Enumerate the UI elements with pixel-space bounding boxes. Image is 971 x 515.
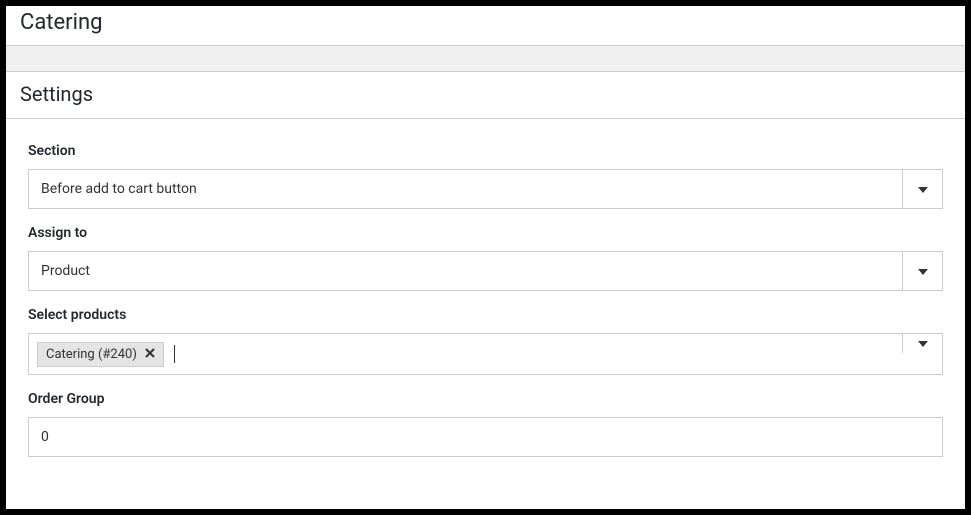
chevron-down-icon (918, 180, 928, 199)
assign-to-select-caret[interactable] (902, 252, 942, 290)
select-products-multiselect[interactable]: Catering (#240) (28, 333, 943, 375)
form-body: Section Before add to cart button Assign… (6, 119, 965, 477)
assign-to-select[interactable]: Product (28, 251, 943, 291)
product-tag-label: Catering (#240) (46, 347, 137, 362)
field-assign-to: Assign to Product (28, 225, 943, 291)
section-select-value: Before add to cart button (29, 181, 902, 197)
panel-content: Settings Section Before add to cart butt… (6, 72, 965, 477)
field-section: Section Before add to cart button (28, 143, 943, 209)
section-select[interactable]: Before add to cart button (28, 169, 943, 209)
settings-panel: Catering Settings Section Before add to … (6, 6, 965, 509)
field-order-group: Order Group (28, 391, 943, 457)
section-select-caret[interactable] (902, 170, 942, 208)
select-products-label: Select products (28, 307, 943, 323)
select-products-body[interactable]: Catering (#240) (29, 334, 902, 374)
assign-to-select-value: Product (29, 263, 902, 279)
page-title: Catering (20, 10, 951, 35)
close-icon (145, 347, 155, 362)
section-label: Section (28, 143, 943, 159)
section-header: Settings (6, 72, 965, 119)
remove-tag-button[interactable] (145, 347, 155, 362)
order-group-label: Order Group (28, 391, 943, 407)
field-select-products: Select products Catering (#240) (28, 307, 943, 375)
assign-to-label: Assign to (28, 225, 943, 241)
panel-header: Catering (6, 6, 965, 46)
order-group-input[interactable] (28, 417, 943, 457)
tab-strip (6, 46, 965, 72)
chevron-down-icon (918, 262, 928, 281)
select-products-caret[interactable] (902, 334, 942, 353)
section-title: Settings (20, 82, 951, 106)
chevron-down-icon (918, 334, 928, 353)
text-cursor (174, 345, 175, 363)
product-tag: Catering (#240) (37, 342, 164, 367)
